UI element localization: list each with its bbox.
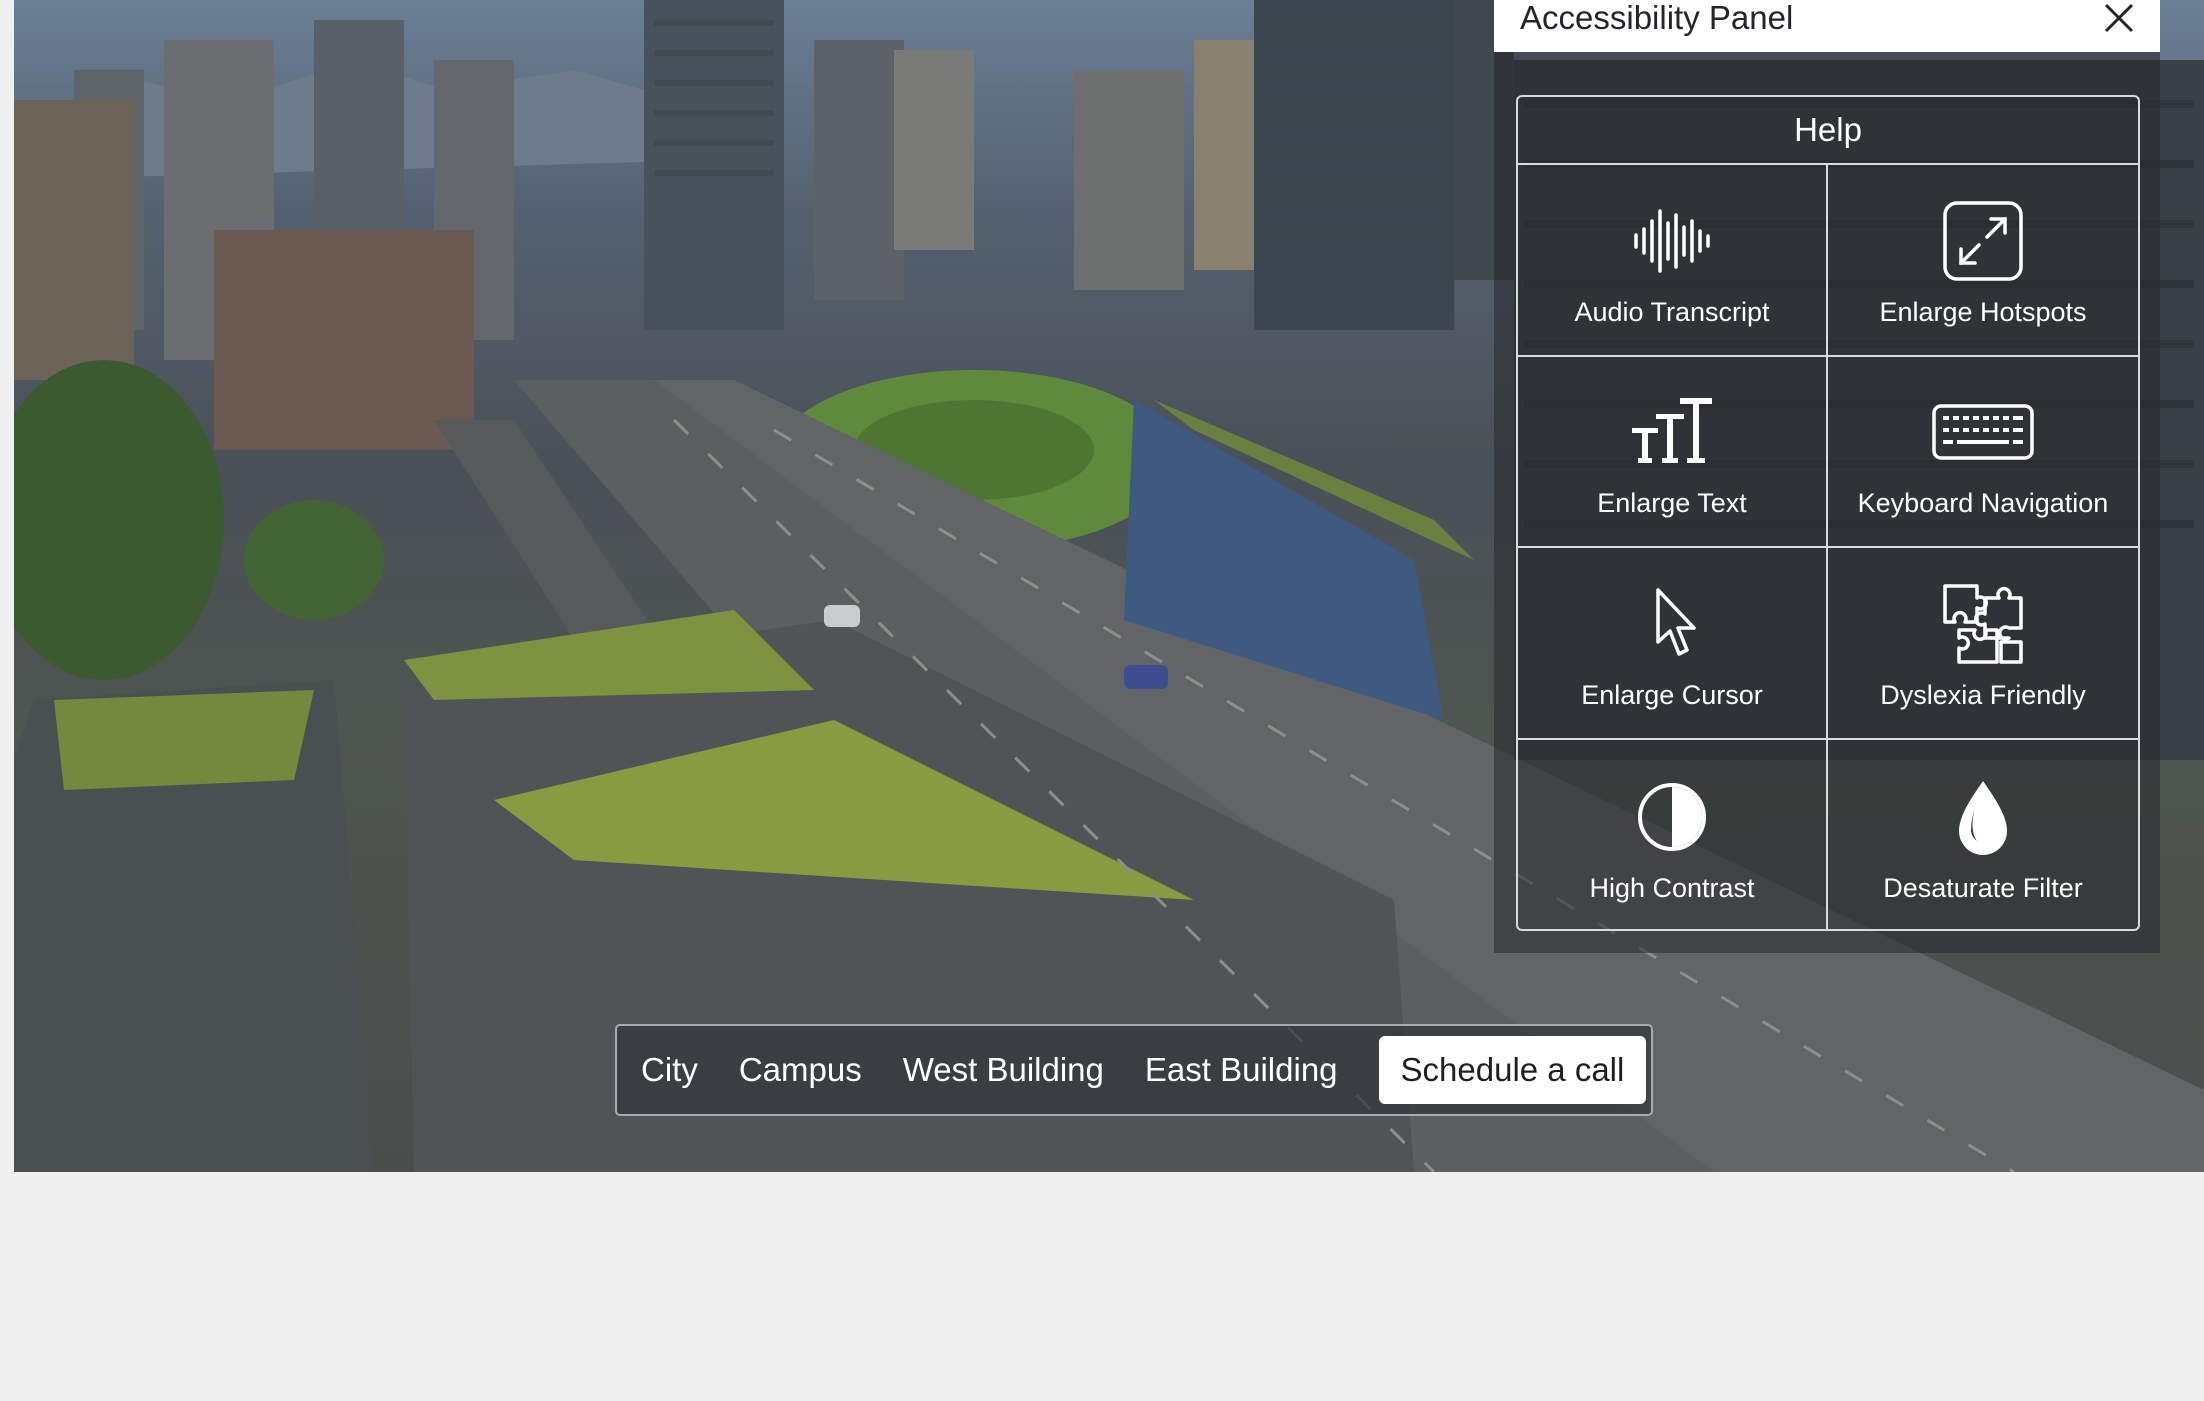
option-enlarge-cursor[interactable]: Enlarge Cursor — [1518, 548, 1828, 740]
keyboard-icon — [1932, 404, 2034, 460]
panel-title: Accessibility Panel — [1520, 0, 1794, 36]
option-label: Keyboard Navigation — [1857, 488, 2109, 518]
nav-west-building[interactable]: West Building — [903, 1051, 1104, 1089]
option-label: Enlarge Text — [1597, 488, 1747, 518]
accessibility-options-grid: Help Audio Transcript Enlarge Hotspots E… — [1516, 95, 2140, 931]
option-desaturate-filter[interactable]: Desaturate Filter — [1828, 740, 2138, 930]
scene-navigation-bar: City Campus West Building East Building … — [615, 1024, 1653, 1116]
option-label: Desaturate Filter — [1883, 873, 2083, 903]
puzzle-icon — [1943, 583, 2023, 664]
nav-campus[interactable]: Campus — [739, 1051, 862, 1089]
expand-arrows-icon — [1943, 200, 2023, 281]
option-dyslexia-friendly[interactable]: Dyslexia Friendly — [1828, 548, 2138, 740]
option-enlarge-text[interactable]: Enlarge Text — [1518, 356, 1828, 548]
close-icon — [2104, 3, 2134, 33]
cursor-arrow-icon — [1656, 587, 1696, 656]
schedule-call-button[interactable]: Schedule a call — [1378, 1036, 1647, 1104]
audio-waveform-icon — [1634, 208, 1710, 273]
accessibility-panel: Accessibility Panel Help Audio Transcrip… — [1494, 0, 2160, 953]
drop-icon — [1959, 781, 2007, 855]
option-audio-transcript[interactable]: Audio Transcript — [1518, 165, 1828, 357]
nav-east-building[interactable]: East Building — [1145, 1051, 1338, 1089]
help-heading: Help — [1518, 97, 2138, 165]
nav-city[interactable]: City — [641, 1051, 698, 1089]
option-label: Dyslexia Friendly — [1880, 679, 2086, 710]
panel-header: Accessibility Panel — [1494, 0, 2160, 52]
option-label: Audio Transcript — [1574, 296, 1770, 327]
option-enlarge-hotspots[interactable]: Enlarge Hotspots — [1828, 165, 2138, 357]
option-label: Enlarge Cursor — [1581, 679, 1763, 710]
option-keyboard-navigation[interactable]: Keyboard Navigation — [1828, 357, 2138, 548]
option-label: Enlarge Hotspots — [1879, 296, 2087, 327]
option-label: High Contrast — [1589, 873, 1755, 903]
close-button[interactable] — [2098, 0, 2138, 38]
option-high-contrast[interactable]: High Contrast — [1518, 739, 1828, 929]
contrast-icon — [1638, 783, 1706, 851]
panorama-background[interactable]: City Campus West Building East Building … — [14, 0, 2204, 1172]
text-size-icon — [1632, 398, 1712, 463]
